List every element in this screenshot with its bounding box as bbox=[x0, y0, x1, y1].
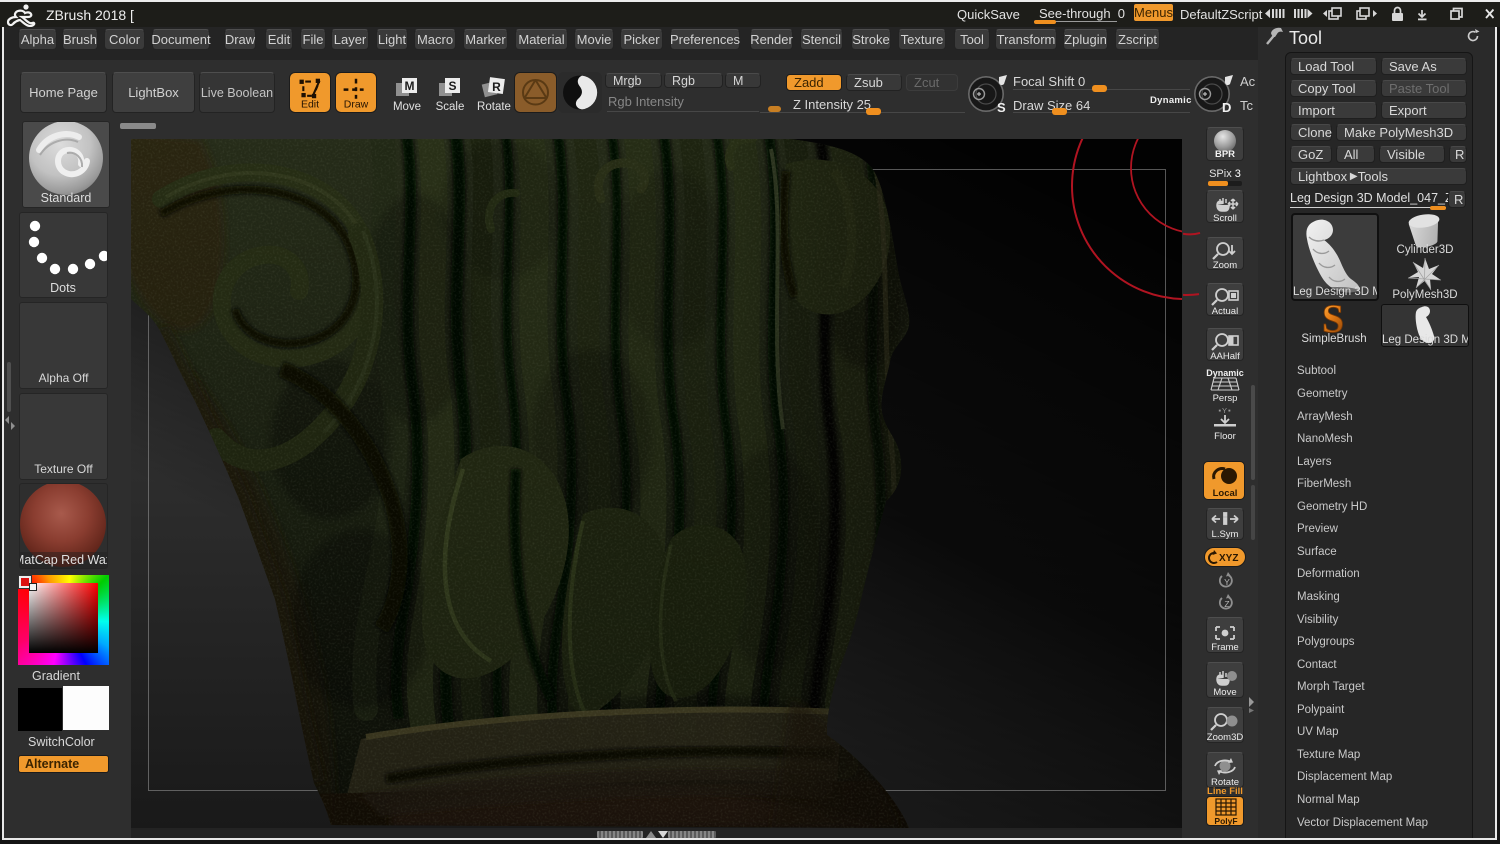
svg-text:S: S bbox=[1322, 301, 1344, 337]
svg-text:MatCap Red Wax: MatCap Red Wax bbox=[20, 553, 107, 567]
svg-text:Y: Y bbox=[1224, 577, 1230, 587]
svg-text:Standard: Standard bbox=[41, 191, 92, 205]
svg-text:BPR: BPR bbox=[1215, 149, 1235, 160]
svg-text:Move: Move bbox=[1213, 687, 1236, 698]
svg-text:L.Sym: L.Sym bbox=[1212, 529, 1239, 540]
svg-text:Actual: Actual bbox=[1212, 306, 1238, 317]
svg-text:S: S bbox=[448, 79, 456, 93]
svg-text:S: S bbox=[997, 100, 1006, 115]
svg-text:Zoom: Zoom bbox=[1213, 260, 1237, 271]
svg-text:D: D bbox=[1222, 100, 1231, 115]
svg-text:R: R bbox=[492, 80, 501, 94]
svg-text:Dots: Dots bbox=[50, 281, 76, 295]
svg-text:Edit: Edit bbox=[301, 99, 319, 110]
svg-text:Local: Local bbox=[1213, 488, 1238, 499]
svg-text:PolyF: PolyF bbox=[1214, 816, 1237, 826]
svg-text:XYZ: XYZ bbox=[1219, 553, 1238, 564]
svg-text:M: M bbox=[405, 79, 415, 93]
svg-text:Z: Z bbox=[1224, 599, 1229, 609]
svg-text:Frame: Frame bbox=[1211, 642, 1238, 653]
svg-text:Zoom3D: Zoom3D bbox=[1207, 732, 1243, 743]
svg-text:Draw: Draw bbox=[344, 99, 369, 110]
svg-text:AAHalf: AAHalf bbox=[1210, 351, 1240, 362]
svg-text:Scroll: Scroll bbox=[1213, 213, 1237, 224]
